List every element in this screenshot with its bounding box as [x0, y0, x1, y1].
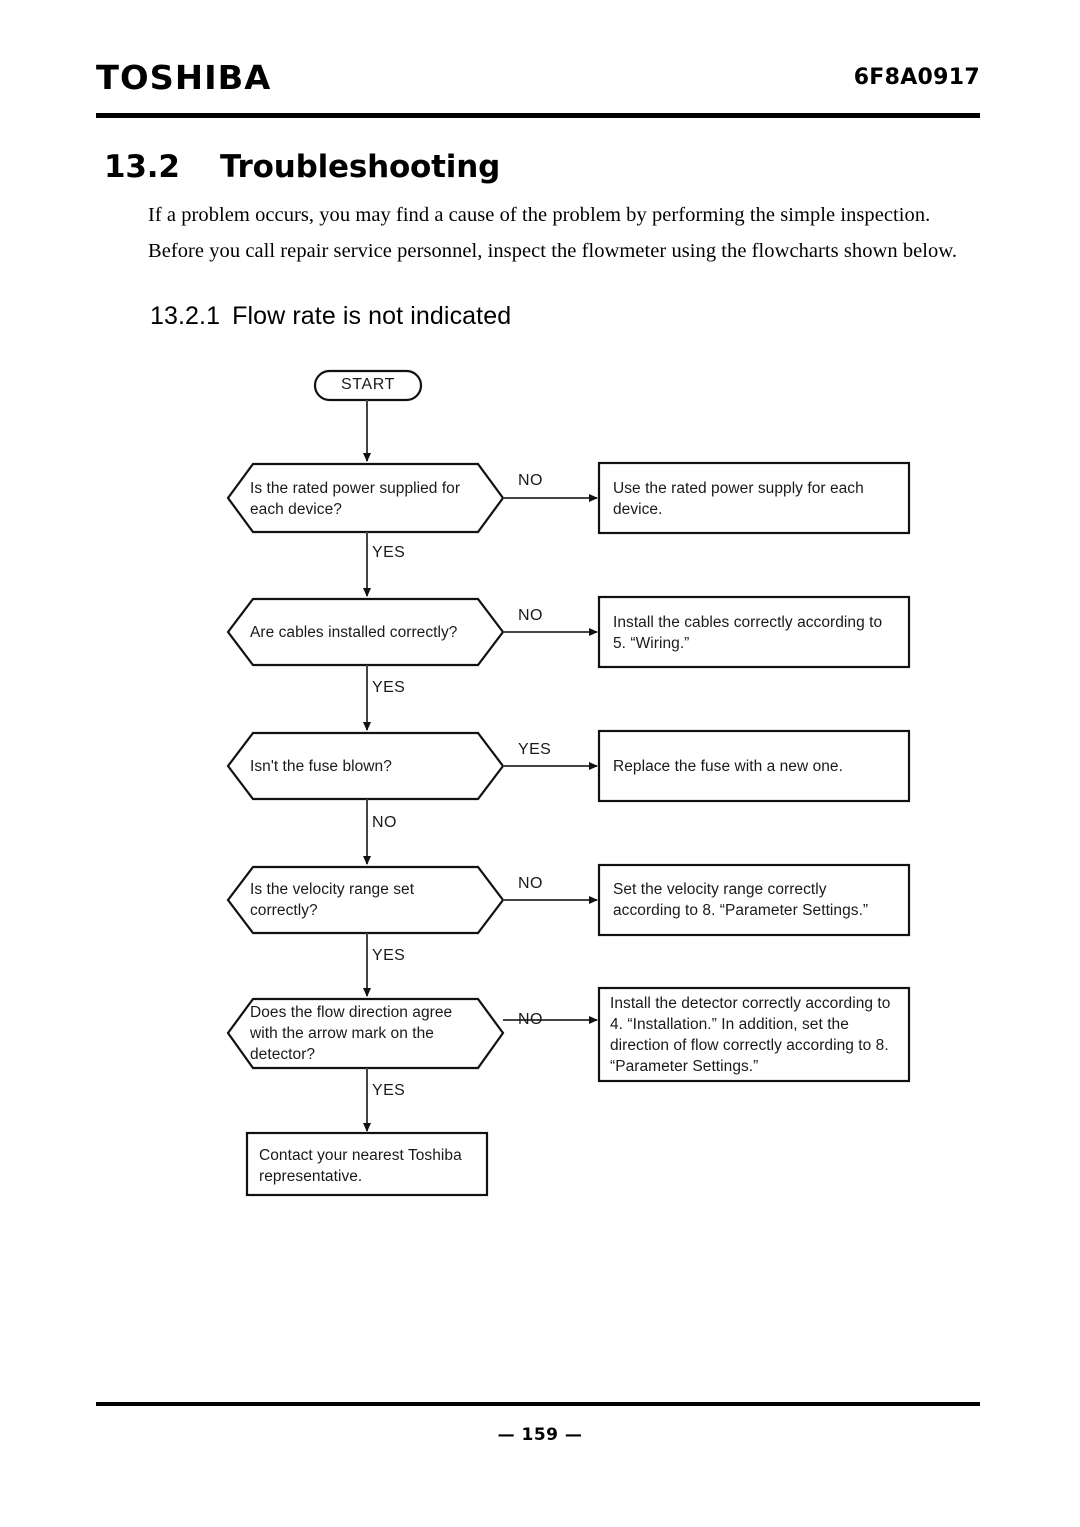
footer-divider — [96, 1402, 980, 1406]
flow-branch-label-yes-4: YES — [372, 947, 406, 964]
flow-branch-label-no-4: NO — [518, 875, 543, 892]
flow-branch-label-no-2: NO — [518, 607, 543, 624]
subsection-title-text: Flow rate is not indicated — [232, 302, 512, 330]
subsection-title: 13.2.1 Flow rate is not indicated — [150, 300, 511, 332]
intro-paragraph-2: Before you call repair service personnel… — [148, 240, 958, 262]
flow-terminal-contact: Contact your nearest Toshiba representat… — [259, 1147, 462, 1185]
flow-action-power: Use the rated power supply for each devi… — [613, 480, 864, 518]
intro-paragraph-1: If a problem occurs, you may find a caus… — [148, 204, 931, 226]
flow-branch-label-yes-5: YES — [372, 1082, 406, 1099]
flow-node-start: START — [341, 376, 395, 393]
flow-branch-label-yes-3: YES — [518, 741, 552, 758]
flow-branch-label-yes-1: YES — [372, 544, 406, 561]
flow-action-fuse: Replace the fuse with a new one. — [613, 758, 843, 775]
flow-decision-flow-direction: Does the flow direction agree with the a… — [250, 1004, 453, 1063]
flow-action-flow-direction: Install the detector correctly according… — [610, 995, 891, 1075]
document-code: 6F8A0917 — [853, 65, 980, 90]
toshiba-logo: TOSHIBA — [96, 58, 272, 97]
flow-decision-power: Is the rated power supplied for each dev… — [250, 480, 461, 518]
flow-decision-velocity: Is the velocity range set correctly? — [250, 881, 415, 919]
flow-action-cables: Install the cables correctly according t… — [613, 614, 883, 652]
flow-branch-label-no-3: NO — [372, 814, 397, 831]
page-title: 13.2 Troubleshooting — [104, 148, 500, 186]
subsection-number: 13.2.1 — [150, 302, 221, 330]
page-header: TOSHIBA 6F8A0917 — [96, 58, 980, 108]
flow-branch-label-no-5: NO — [518, 1011, 543, 1028]
header-divider — [96, 113, 980, 118]
section-number: 13.2 — [104, 149, 180, 185]
flow-action-velocity: Set the velocity range correctly accordi… — [613, 881, 869, 919]
flow-branch-label-no-1: NO — [518, 472, 543, 489]
flow-decision-cables: Are cables installed correctly? — [250, 624, 458, 641]
troubleshooting-flowchart — [0, 0, 1080, 1527]
document-page: TOSHIBA 6F8A0917 13.2 Troubleshooting If … — [0, 0, 1080, 1527]
flow-decision-fuse: Isn't the fuse blown? — [250, 758, 392, 775]
page-number: — 159 — — [497, 1425, 583, 1445]
flow-branch-label-yes-2: YES — [372, 679, 406, 696]
section-title: Troubleshooting — [220, 149, 501, 185]
